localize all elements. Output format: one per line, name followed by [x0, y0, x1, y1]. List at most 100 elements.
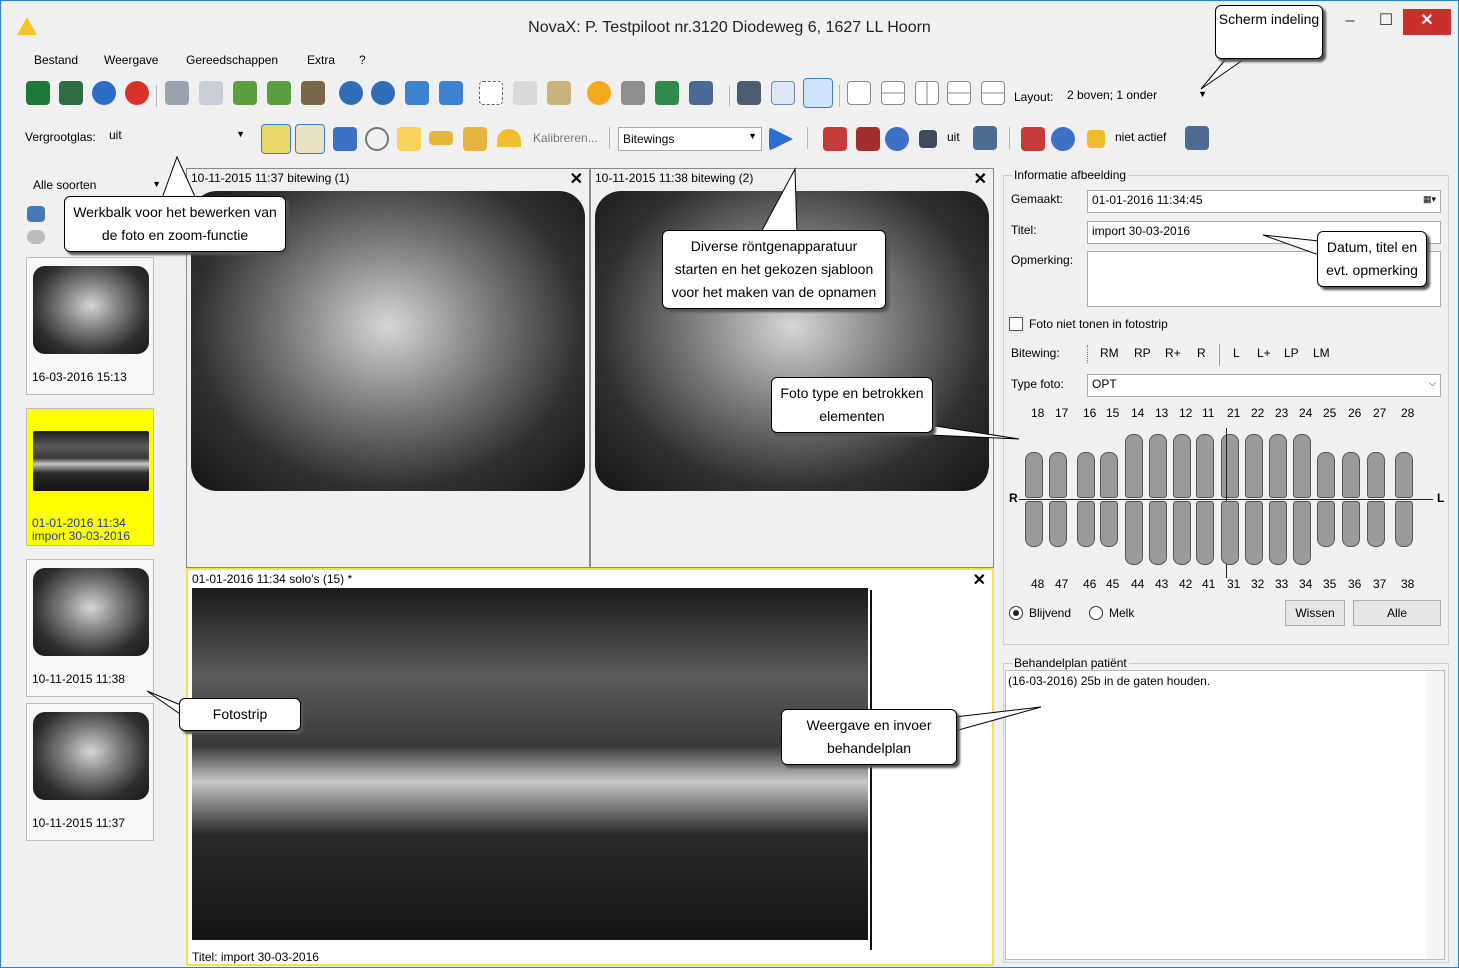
- view-grid-icon[interactable]: [27, 206, 45, 222]
- image-pane-bottom[interactable]: 01-01-2016 11:34 solo's (15) * ✕ Titel: …: [186, 568, 994, 966]
- dental-chart[interactable]: [1019, 428, 1433, 578]
- layout-grid-icon[interactable]: [947, 81, 971, 105]
- hide-checkbox[interactable]: [1009, 317, 1023, 331]
- menu-extra[interactable]: Extra: [307, 53, 335, 67]
- tooth-shape[interactable]: [1125, 501, 1143, 565]
- tooth-shape[interactable]: [1049, 452, 1067, 498]
- tooth-shape[interactable]: [1342, 452, 1360, 498]
- tooth-shape[interactable]: [1293, 434, 1311, 498]
- clear-button[interactable]: Wissen: [1285, 600, 1345, 626]
- flip-horizontal-icon[interactable]: [405, 81, 429, 105]
- tooth-number-42[interactable]: 42: [1179, 577, 1192, 591]
- calendar-icon[interactable]: ▦▾: [1423, 194, 1436, 205]
- annotate-icon[interactable]: [295, 124, 325, 154]
- tooth-shape[interactable]: [1245, 434, 1263, 498]
- refresh-icon[interactable]: [92, 81, 116, 105]
- tooth-number-36[interactable]: 36: [1348, 577, 1361, 591]
- close-icon[interactable]: ✕: [974, 169, 987, 189]
- tooth-number-32[interactable]: 32: [1251, 577, 1264, 591]
- close-icon[interactable]: ✕: [570, 169, 583, 189]
- tooth-number-15[interactable]: 15: [1106, 406, 1119, 420]
- made-field[interactable]: 01-01-2016 11:34:45 ▦▾: [1087, 190, 1441, 213]
- sun-icon[interactable]: [587, 81, 611, 105]
- protractor-icon[interactable]: [497, 129, 521, 147]
- tooth-shape[interactable]: [1049, 501, 1067, 547]
- tooth-number-44[interactable]: 44: [1131, 577, 1144, 591]
- angle-icon[interactable]: [463, 127, 487, 151]
- layout-rows-icon[interactable]: [881, 81, 905, 105]
- tooth-number-26[interactable]: 26: [1348, 406, 1361, 420]
- tooth-shape[interactable]: [1173, 434, 1191, 498]
- tooth-shape[interactable]: [1342, 501, 1360, 547]
- circle-x-icon[interactable]: [365, 127, 389, 151]
- tooth-number-11[interactable]: 11: [1202, 406, 1214, 420]
- tooth-shape[interactable]: [1317, 501, 1335, 547]
- device-start-icon[interactable]: [823, 127, 847, 151]
- tooth-shape[interactable]: [1395, 452, 1413, 498]
- cancel-icon[interactable]: [125, 81, 149, 105]
- treatment-textarea[interactable]: (16-03-2016) 25b in de gaten houden.: [1005, 670, 1445, 960]
- window-icon[interactable]: [689, 81, 713, 105]
- close-window-button[interactable]: ✕: [1403, 9, 1451, 35]
- bitewing-rm[interactable]: RM: [1100, 346, 1119, 360]
- tooth-shape[interactable]: [1149, 501, 1167, 565]
- tooth-number-43[interactable]: 43: [1155, 577, 1168, 591]
- clipboard-icon[interactable]: [973, 126, 997, 150]
- tooth-number-37[interactable]: 37: [1373, 577, 1386, 591]
- select-icon[interactable]: [479, 81, 503, 105]
- menu-help[interactable]: ?: [359, 53, 366, 67]
- filter-select[interactable]: Alle soorten ▼: [29, 176, 165, 197]
- export-icon[interactable]: [267, 81, 291, 105]
- tooth-shape[interactable]: [1269, 434, 1287, 498]
- type-select[interactable]: OPT ⌵: [1087, 374, 1441, 397]
- start-capture-icon[interactable]: [769, 127, 793, 151]
- tooth-shape[interactable]: [1196, 501, 1214, 565]
- tooth-number-24[interactable]: 24: [1299, 406, 1312, 420]
- strip-item[interactable]: 10-11-2015 11:38: [26, 559, 154, 697]
- zoom-select[interactable]: uit ▼: [105, 126, 249, 147]
- tooth-number-22[interactable]: 22: [1251, 406, 1264, 420]
- arrow-icon[interactable]: [333, 127, 357, 151]
- radio-deciduous[interactable]: [1089, 606, 1103, 620]
- tooth-number-17[interactable]: 17: [1055, 406, 1068, 420]
- tooth-number-16[interactable]: 16: [1083, 406, 1096, 420]
- tooth-number-27[interactable]: 27: [1373, 406, 1386, 420]
- device-stop-icon[interactable]: [856, 127, 880, 151]
- fit-icon[interactable]: [771, 81, 795, 105]
- bulb-icon[interactable]: [261, 124, 291, 154]
- patient-icon[interactable]: [301, 81, 325, 105]
- tooth-shape[interactable]: [1245, 501, 1263, 565]
- paste-icon[interactable]: [547, 81, 571, 105]
- minimize-button[interactable]: –: [1333, 9, 1367, 35]
- close-icon[interactable]: ✕: [973, 570, 986, 590]
- tooth-number-34[interactable]: 34: [1299, 577, 1312, 591]
- tooth-shape[interactable]: [1269, 501, 1287, 565]
- bitewing-l[interactable]: L: [1233, 346, 1240, 360]
- ruler-icon[interactable]: [429, 131, 453, 145]
- maximize-button[interactable]: ☐: [1369, 9, 1403, 35]
- fullscreen-icon[interactable]: [737, 81, 761, 105]
- eraser-small-icon[interactable]: [27, 230, 45, 244]
- tooth-number-25[interactable]: 25: [1323, 406, 1336, 420]
- tooth-shape[interactable]: [1149, 434, 1167, 498]
- strip-item-selected[interactable]: 01-01-2016 11:34 import 30-03-2016: [26, 408, 154, 546]
- import-icon[interactable]: [233, 81, 257, 105]
- layout-select[interactable]: 2 boven; 1 onder ▼: [1063, 86, 1211, 107]
- bitewing-rp[interactable]: RP: [1134, 346, 1151, 360]
- sensor-info-icon[interactable]: [1051, 127, 1075, 151]
- menu-gereedschappen[interactable]: Gereedschappen: [186, 53, 278, 67]
- tooth-shape[interactable]: [1367, 501, 1385, 547]
- tooth-number-48[interactable]: 48: [1031, 577, 1044, 591]
- tooth-number-12[interactable]: 12: [1179, 406, 1192, 420]
- info-icon[interactable]: [803, 78, 833, 108]
- tooth-shape[interactable]: [1077, 452, 1095, 498]
- copy-icon[interactable]: [513, 81, 537, 105]
- bitewing-r-plus[interactable]: R+: [1165, 346, 1181, 360]
- layout-quad-icon[interactable]: [981, 81, 1005, 105]
- scrollbar[interactable]: [1427, 671, 1444, 959]
- tooth-shape[interactable]: [1221, 434, 1239, 498]
- bitewing-lp[interactable]: LP: [1284, 346, 1299, 360]
- bitewing-lm[interactable]: LM: [1313, 346, 1330, 360]
- tooth-shape[interactable]: [1025, 501, 1043, 547]
- tooth-shape[interactable]: [1125, 434, 1143, 498]
